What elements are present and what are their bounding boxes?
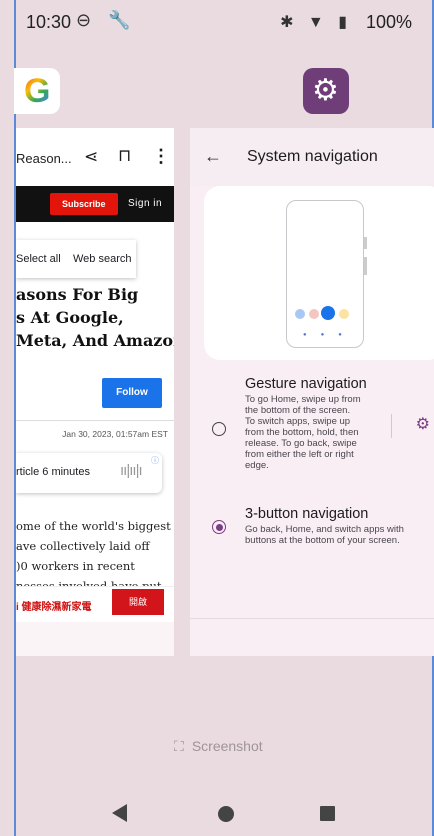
ad-open-button[interactable]: 開啟 [112,589,164,615]
sign-in-link[interactable]: Sign in [128,198,162,209]
back-arrow-icon[interactable]: ← [204,146,222,167]
body-line: ave collectively laid off [16,539,150,553]
recent-app-card-settings[interactable]: ← System navigation ●●● Gesture navigati… [190,128,434,656]
recent-app-card-browser[interactable]: Reason... ⋖ ⊓ ⋮ Subscribe Sign in Select… [16,128,174,656]
app-dots-illustration [295,306,357,321]
web-search-action[interactable]: Web search [73,253,132,265]
desc-line: from the bottom, hold, then [245,427,359,438]
settings-header: ← System navigation [190,128,434,186]
tab-title: Reason... [16,151,72,166]
headline-line: asons For Big [16,285,139,304]
more-options-icon[interactable]: ⋮ [152,146,170,167]
share-icon[interactable]: ⋖ [84,147,98,167]
divider [16,420,174,421]
subscribe-button[interactable]: Subscribe [50,193,118,215]
ad-banner[interactable]: i 健康除濕新家電 開啟 [16,586,174,621]
read-time: rticle 6 minutes [16,466,90,478]
divider [190,618,434,619]
desc-line: from either the left or right [245,449,354,460]
battery-percent: 100% [365,12,412,32]
info-icon[interactable]: ⓘ [151,455,159,466]
article-body: ome of the world's biggest ave collectiv… [16,516,174,596]
nav-back-icon[interactable] [112,804,127,822]
screenshot-button[interactable]: ⛶ Screenshot [174,738,263,755]
dot-icon [295,309,305,319]
body-line: ome of the world's biggest [16,519,171,533]
listen-article-box[interactable]: rticle 6 minutes ıı|ıı|ı ⓘ [16,453,162,493]
option-description: Go back, Home, and switch apps with butt… [245,524,404,546]
ad-text: i 健康除濕新家電 [16,602,92,613]
divider [391,414,392,438]
body-line: )0 workers in recent [16,559,135,573]
three-button-radio[interactable] [212,520,226,534]
option-description: To go Home, swipe up from the bottom of … [245,394,361,471]
nav-recents-icon[interactable] [320,806,335,821]
dot-icon [339,309,349,319]
nav-home-icon[interactable] [218,806,234,822]
screenshot-icon: ⛶ [174,738,184,754]
settings-app-icon[interactable]: ⚙ [303,68,349,114]
dot-icon [321,306,335,320]
gear-icon[interactable]: ⚙ [416,414,430,434]
browser-toolbar: Reason... ⋖ ⊓ ⋮ [16,128,174,186]
screenshot-label: Screenshot [191,738,263,754]
google-app-icon[interactable]: G [14,68,60,114]
desc-line: To go Home, swipe up from [245,394,361,405]
article-date: Jan 30, 2023, 01:57am EST [62,429,168,439]
headline-line: s At Google, [16,308,124,327]
desc-line: edge. [245,460,269,471]
site-header-bar: Subscribe Sign in [16,186,174,222]
gesture-navigation-option[interactable]: Gesture navigation To go Home, swipe up … [190,374,434,484]
desc-line: Go back, Home, and switch apps with [245,524,404,535]
desc-line: To switch apps, swipe up [245,416,351,427]
status-notification-icons: ⊖ 🔧 [76,10,137,30]
desc-line: the bottom of the screen. [245,405,351,416]
option-title: Gesture navigation [245,376,367,392]
nav-dots-illustration: ●●● [303,332,356,338]
follow-button[interactable]: Follow [102,378,162,408]
page-title: System navigation [247,148,378,165]
dot-icon [309,309,319,319]
three-button-navigation-option[interactable]: 3-button navigation Go back, Home, and s… [190,504,434,564]
browser-bottom-area [16,622,174,656]
status-time: 10:30 [26,12,72,32]
text-selection-toolbar: Select all Web search [16,240,174,280]
audio-wave-icon[interactable]: ıı|ıı|ı [120,462,143,479]
desc-line: buttons at the bottom of your screen. [245,535,400,546]
phone-illustration: ●●● [286,200,367,348]
gesture-radio[interactable] [212,422,226,436]
article-headline: asons For Big s At Google, Meta, And Ama… [16,283,174,352]
phone-side-button [364,257,367,275]
select-all-action[interactable]: Select all [16,253,61,265]
status-system-icons: ✱ ▼ ▮ [280,14,352,31]
desc-line: release. To go back, swipe [245,438,357,449]
bookmark-icon[interactable]: ⊓ [118,146,131,166]
navigation-illustration: ●●● [204,186,434,360]
option-title: 3-button navigation [245,506,369,522]
phone-side-button [364,237,367,249]
status-bar: 10:30 ⊖ 🔧 ✱ ▼ ▮ 100% [16,0,432,44]
headline-line: Meta, And Amazon [16,331,174,350]
